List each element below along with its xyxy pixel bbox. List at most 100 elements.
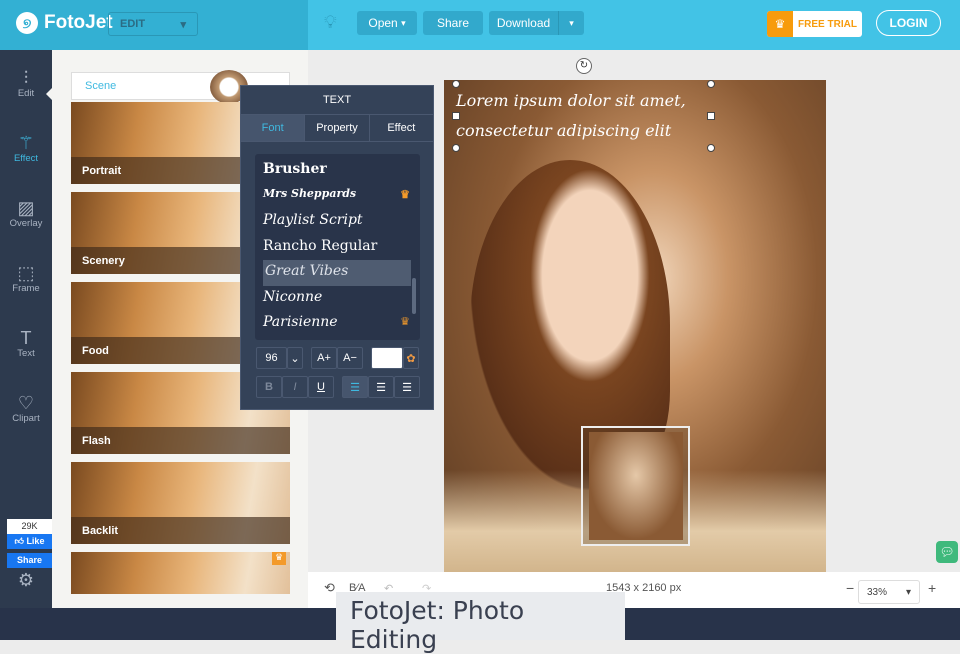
underline-button[interactable]: U [308,376,334,398]
like-label: Like [26,536,45,546]
chevron-down-icon: ▾ [180,19,186,31]
share-button[interactable]: Share [423,11,483,35]
font-item[interactable]: Brusher [255,158,420,184]
sidebar-item-frame[interactable]: ⬚ Frame [0,263,52,294]
crown-icon: ♛ [400,315,410,328]
font-name: Rancho Regular [263,237,378,254]
chevron-down-icon: ▾ [569,17,574,28]
font-name: Niconne [263,288,323,305]
sidebar-label: Edit [17,88,35,99]
text-color-swatch[interactable] [371,347,403,369]
logo[interactable]: ୭ FotoJet [16,12,113,34]
italic-button[interactable]: I [282,376,308,398]
chevron-down-icon: ⌄ [290,352,300,365]
text-panel-title: TEXT [241,86,433,115]
facebook-like-button[interactable]: 👍︎ Like [7,534,52,549]
open-button[interactable]: Open ▾ [357,11,417,35]
font-name: Parisienne [263,314,338,330]
zoom-in-button[interactable]: + [928,580,936,596]
resize-handle[interactable] [707,144,715,152]
facebook-widget: 29K 👍︎ Like Share [7,519,52,568]
reset-icon[interactable]: ⟲ [324,580,335,596]
align-right-icon: ☰ [402,381,412,394]
chevron-down-icon: ▾ [401,17,406,28]
facebook-share-button[interactable]: Share [7,553,52,568]
tab-font[interactable]: Font [241,115,306,141]
font-list-scrollbar[interactable] [412,278,416,314]
download-options-button[interactable]: ▾ [559,11,584,35]
font-size-dropdown[interactable]: ⌄ [287,347,303,369]
font-item[interactable]: Mrs Sheppards ♛ [255,184,420,210]
font-name: Playlist Script [263,212,363,228]
resize-handle[interactable] [452,80,460,88]
increase-size-button[interactable]: A+ [311,347,337,369]
free-trial-label: FREE TRIAL [798,18,857,30]
text-panel: TEXT Font Property Effect Brusher Mrs Sh… [240,85,434,410]
bold-button[interactable]: B [256,376,282,398]
align-right-button[interactable]: ☰ [394,376,420,398]
decrease-size-button[interactable]: A− [337,347,363,369]
sidebar-item-edit[interactable]: ⫶ Edit [0,68,52,99]
rotate-handle[interactable]: ↻ [576,58,592,74]
gear-icon: ⚙ [17,570,35,590]
align-center-icon: ☰ [376,381,386,394]
font-item[interactable]: Playlist Script [255,209,420,235]
frame-icon: ⬚ [17,263,35,283]
effect-thumb-backlit[interactable]: Backlit [71,462,290,544]
align-center-button[interactable]: ☰ [368,376,394,398]
font-size-input[interactable]: 96 [256,347,287,369]
color-palette-icon[interactable]: ✿ [403,347,419,369]
logo-text: FotoJet [44,12,113,33]
font-item-selected[interactable]: Great Vibes [263,260,411,286]
font-item[interactable]: Niconne [255,286,420,312]
sliders-icon: ⫶ [23,68,29,88]
login-button[interactable]: LOGIN [876,10,941,36]
font-item[interactable]: Parisienne ♛ [255,311,420,337]
sidebar-item-effect[interactable]: ⚚ Effect [0,133,52,164]
mode-select[interactable]: EDIT ▾ [108,12,198,36]
sidebar-label: Frame [12,283,40,294]
font-name: Brusher [263,161,327,177]
effect-label: Backlit [71,517,290,544]
sidebar-label: Effect [13,153,39,164]
tab-property[interactable]: Property [305,115,370,141]
resize-handle[interactable] [707,80,715,88]
caption: FotoJet: Photo Editing [336,592,625,654]
lightbulb-icon[interactable]: 💡︎ [324,12,337,33]
resize-handle[interactable] [452,112,460,120]
zoom-value: 33% [867,587,888,598]
open-label: Open [368,16,398,30]
font-item[interactable]: Rancho Regular [255,235,420,261]
zoom-select[interactable]: 33% ▾ [858,580,920,604]
font-name: Mrs Sheppards [263,186,357,200]
heart-icon: ♡ [17,393,35,413]
sidebar-label: Overlay [9,218,43,229]
align-left-icon: ☰ [350,381,360,394]
zoom-out-button[interactable]: − [846,580,854,596]
download-button[interactable]: Download [489,11,559,35]
crown-icon: ♛ [767,11,793,37]
stripes-icon: ▨ [17,198,35,218]
chat-icon[interactable]: 💬︎ [936,541,958,563]
sidebar-label: Text [17,348,35,359]
photo-frame-image [589,432,683,540]
magic-wand-icon: ⚚ [17,133,35,153]
sidebar-item-overlay[interactable]: ▨ Overlay [0,198,52,229]
canvas-text-box[interactable]: Lorem ipsum dolor sit amet, consectetur a… [456,86,686,146]
mode-label: EDIT [120,18,146,30]
sidebar-label: Clipart [12,413,40,424]
resize-handle[interactable] [707,112,715,120]
crown-icon: ♛ [272,552,286,565]
free-trial-button[interactable]: ♛ FREE TRIAL [767,11,862,37]
resize-handle[interactable] [452,144,460,152]
tab-effect[interactable]: Effect [370,115,433,141]
sidebar-item-text[interactable]: T Text [0,328,52,359]
settings-button[interactable]: ⚙ [0,570,52,590]
sidebar-item-clipart[interactable]: ♡ Clipart [0,393,52,424]
font-list: Brusher Mrs Sheppards ♛ Playlist Script R… [255,154,420,340]
canvas-text-line: Lorem ipsum dolor sit amet, [456,91,686,110]
font-name: Great Vibes [265,263,349,279]
like-count: 29K [7,519,52,534]
align-left-button[interactable]: ☰ [342,376,368,398]
effect-thumb-premium[interactable]: ♛ [71,552,290,594]
